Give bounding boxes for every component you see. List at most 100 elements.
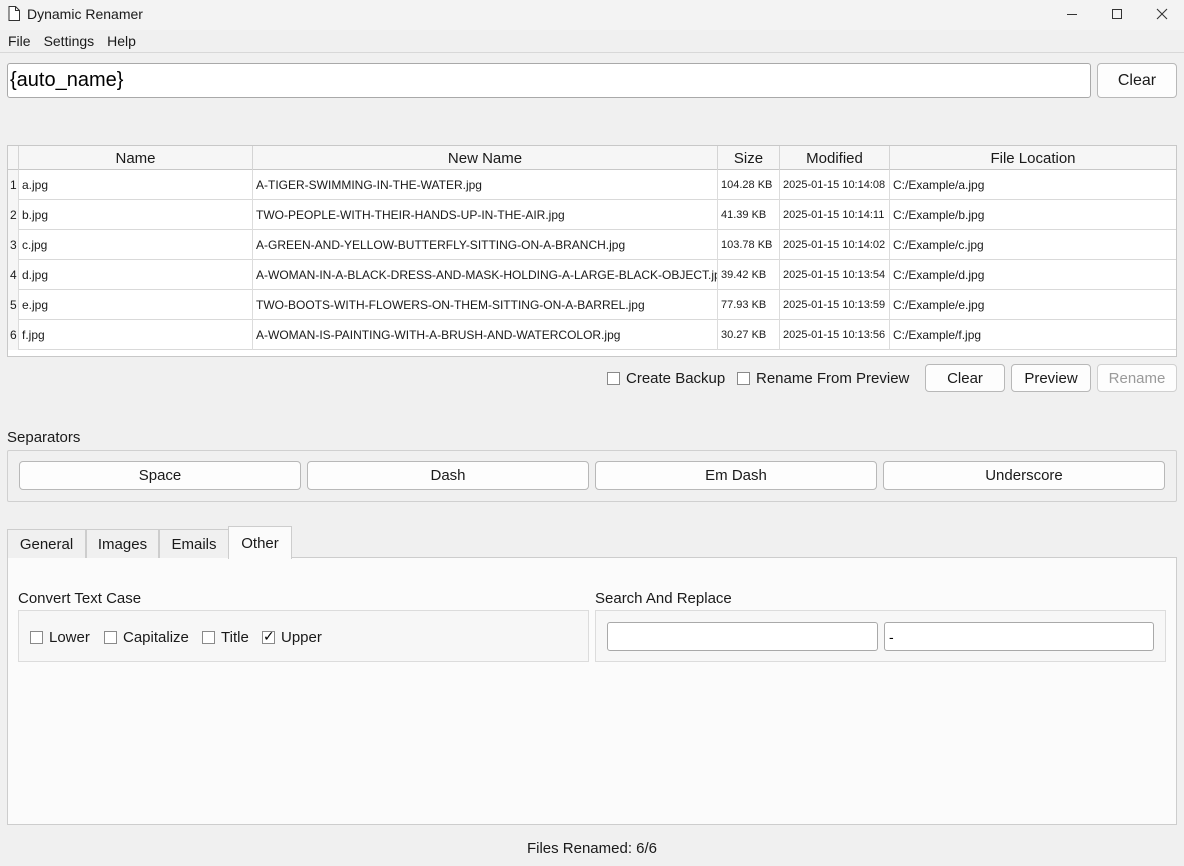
case-upper-checkbox[interactable]: Upper [262,628,322,646]
maximize-button[interactable] [1094,0,1140,28]
case-capitalize-label: Capitalize [123,629,189,646]
table-header: Name New Name Size Modified File Locatio… [8,146,1176,170]
pattern-input[interactable] [7,63,1091,98]
menu-settings[interactable]: Settings [44,33,95,49]
cell-new-name[interactable]: A-WOMAN-IN-A-BLACK-DRESS-AND-MASK-HOLDIN… [253,260,718,290]
header-name[interactable]: Name [19,146,253,170]
cell-modified[interactable]: 2025-01-15 10:14:11 [780,200,890,230]
case-lower-checkbox[interactable]: Lower [30,629,90,646]
checkbox-box [30,631,43,644]
cell-modified[interactable]: 2025-01-15 10:13:54 [780,260,890,290]
create-backup-label: Create Backup [626,370,726,387]
cell-size[interactable]: 77.93 KB [718,290,780,320]
cell-file-location[interactable]: C:/Example/a.jpg [890,170,1176,200]
checkbox-box-checked [262,628,275,645]
menu-bar: File Settings Help [0,30,1184,52]
tab-images[interactable]: Images [86,529,159,558]
cell-file-location[interactable]: C:/Example/e.jpg [890,290,1176,320]
separator-dash-button[interactable]: Dash [307,461,589,490]
row-number: 3 [8,230,19,260]
cell-modified[interactable]: 2025-01-15 10:13:56 [780,320,890,350]
table-row[interactable]: 6 f.jpg A-WOMAN-IS-PAINTING-WITH-A-BRUSH… [8,320,1176,350]
cell-file-location[interactable]: C:/Example/d.jpg [890,260,1176,290]
checkbox-box [104,631,117,644]
row-number: 4 [8,260,19,290]
rename-from-preview-checkbox[interactable]: Rename From Preview [737,370,909,387]
header-size[interactable]: Size [718,146,780,170]
row-number: 5 [8,290,19,320]
maximize-icon [1112,9,1122,19]
cell-size[interactable]: 103.78 KB [718,230,780,260]
window-title: Dynamic Renamer [27,6,143,22]
title-bar [0,0,1184,30]
search-and-replace-label: Search And Replace [595,590,732,607]
separator-em-dash-button[interactable]: Em Dash [595,461,877,490]
separator-underscore-button[interactable]: Underscore [883,461,1165,490]
clear-table-button[interactable]: Clear [925,364,1005,392]
table-row[interactable]: 1 a.jpg A-TIGER-SWIMMING-IN-THE-WATER.jp… [8,170,1176,200]
cell-modified[interactable]: 2025-01-15 10:13:59 [780,290,890,320]
checkbox-box [202,631,215,644]
tab-emails[interactable]: Emails [159,529,229,558]
close-button[interactable] [1139,0,1184,28]
tab-panel-other [7,557,1177,825]
menu-file[interactable]: File [8,33,31,49]
case-title-label: Title [221,629,249,646]
row-number: 1 [8,170,19,200]
cell-name[interactable]: c.jpg [19,230,253,260]
cell-file-location[interactable]: C:/Example/c.jpg [890,230,1176,260]
table-row[interactable]: 2 b.jpg TWO-PEOPLE-WITH-THEIR-HANDS-UP-I… [8,200,1176,230]
pattern-clear-button[interactable]: Clear [1097,63,1177,98]
header-file-location[interactable]: File Location [890,146,1176,170]
header-modified[interactable]: Modified [780,146,890,170]
tab-general[interactable]: General [7,529,86,558]
separator-space-button[interactable]: Space [19,461,301,490]
rename-from-preview-label: Rename From Preview [756,370,910,387]
minimize-button[interactable] [1049,0,1095,28]
cell-file-location[interactable]: C:/Example/b.jpg [890,200,1176,230]
checkbox-box [737,372,750,385]
cell-size[interactable]: 104.28 KB [718,170,780,200]
case-upper-label: Upper [281,629,322,646]
checkbox-box [607,372,620,385]
preview-button[interactable]: Preview [1011,364,1091,392]
header-new-name[interactable]: New Name [253,146,718,170]
create-backup-checkbox[interactable]: Create Backup [607,370,725,387]
rename-button[interactable]: Rename [1097,364,1177,392]
separators-label: Separators [7,429,81,446]
cell-size[interactable]: 39.42 KB [718,260,780,290]
case-capitalize-checkbox[interactable]: Capitalize [104,629,189,646]
search-input[interactable] [607,622,878,651]
case-title-checkbox[interactable]: Title [202,629,249,646]
cell-new-name[interactable]: A-WOMAN-IS-PAINTING-WITH-A-BRUSH-AND-WAT… [253,320,718,350]
cell-name[interactable]: e.jpg [19,290,253,320]
cell-size[interactable]: 30.27 KB [718,320,780,350]
cell-name[interactable]: b.jpg [19,200,253,230]
cell-modified[interactable]: 2025-01-15 10:14:08 [780,170,890,200]
table-row[interactable]: 4 d.jpg A-WOMAN-IN-A-BLACK-DRESS-AND-MAS… [8,260,1176,290]
menu-divider [0,52,1184,53]
status-text: Files Renamed: 6/6 [526,840,658,857]
close-icon [1156,8,1168,20]
file-table: Name New Name Size Modified File Locatio… [7,145,1177,357]
cell-name[interactable]: f.jpg [19,320,253,350]
header-corner [8,146,19,170]
row-number: 2 [8,200,19,230]
cell-new-name[interactable]: TWO-PEOPLE-WITH-THEIR-HANDS-UP-IN-THE-AI… [253,200,718,230]
cell-new-name[interactable]: A-TIGER-SWIMMING-IN-THE-WATER.jpg [253,170,718,200]
menu-help[interactable]: Help [107,33,136,49]
table-row[interactable]: 3 c.jpg A-GREEN-AND-YELLOW-BUTTERFLY-SIT… [8,230,1176,260]
convert-text-case-label: Convert Text Case [18,590,142,607]
replace-input[interactable] [884,622,1154,651]
cell-new-name[interactable]: TWO-BOOTS-WITH-FLOWERS-ON-THEM-SITTING-O… [253,290,718,320]
cell-name[interactable]: d.jpg [19,260,253,290]
cell-new-name[interactable]: A-GREEN-AND-YELLOW-BUTTERFLY-SITTING-ON-… [253,230,718,260]
case-lower-label: Lower [49,629,90,646]
table-row[interactable]: 5 e.jpg TWO-BOOTS-WITH-FLOWERS-ON-THEM-S… [8,290,1176,320]
cell-file-location[interactable]: C:/Example/f.jpg [890,320,1176,350]
cell-name[interactable]: a.jpg [19,170,253,200]
cell-modified[interactable]: 2025-01-15 10:14:02 [780,230,890,260]
cell-size[interactable]: 41.39 KB [718,200,780,230]
tab-other[interactable]: Other [228,526,292,559]
document-icon [8,6,20,21]
